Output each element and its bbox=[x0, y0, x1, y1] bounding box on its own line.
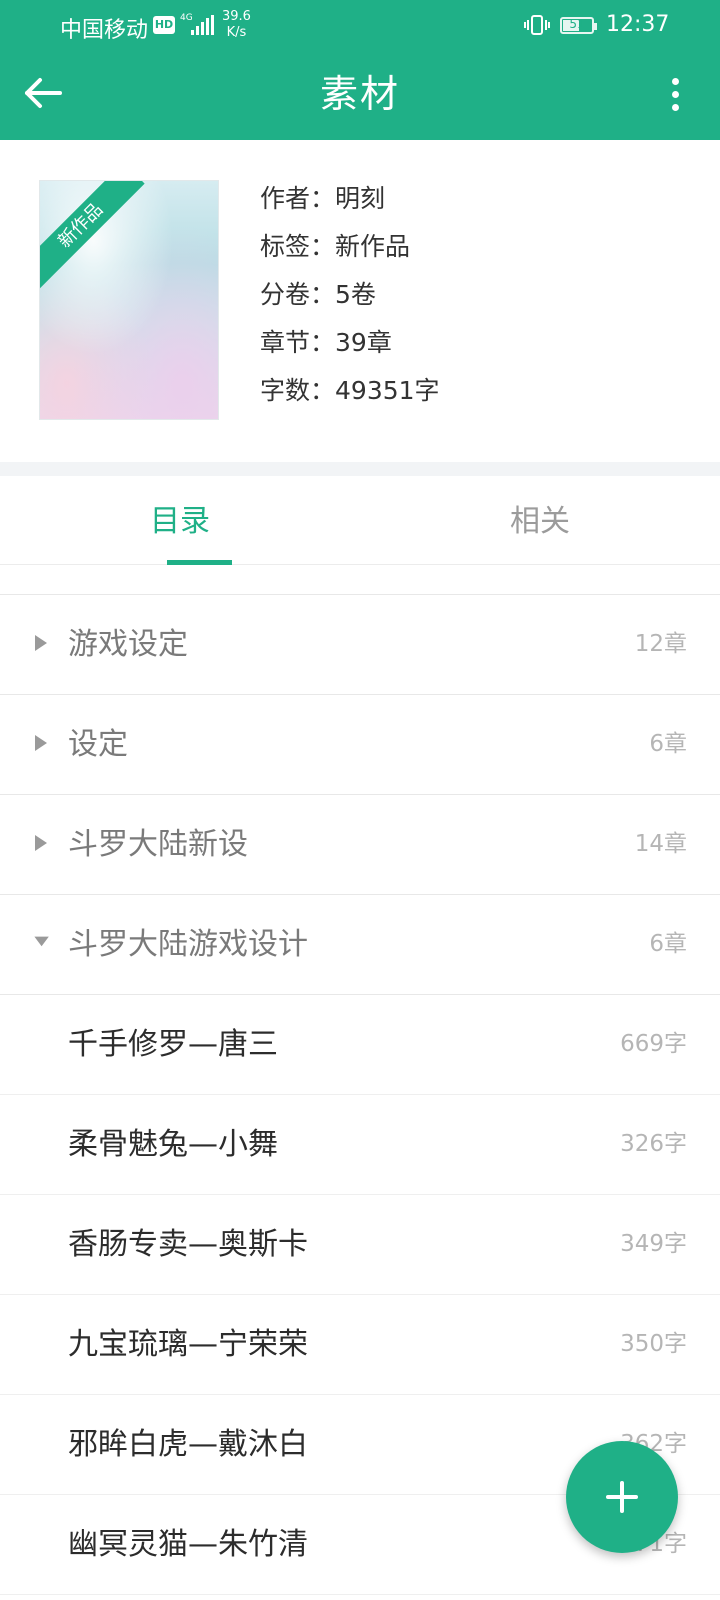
carrier-label: 中国移动 bbox=[60, 18, 149, 43]
volume-row[interactable]: 设定 6章 bbox=[0, 695, 720, 795]
chapter-row[interactable]: 香肠专卖—奥斯卡 349字 bbox=[0, 1195, 720, 1295]
battery-icon: 51 bbox=[560, 17, 597, 34]
chapter-title: 香肠专卖—奥斯卡 bbox=[68, 1227, 308, 1262]
app-header: 中国移动 HD 4G 39.6 K/s 51 12:37 素材 bbox=[0, 0, 720, 140]
chapter-title: 邪眸白虎—戴沐白 bbox=[68, 1427, 308, 1462]
chapter-title: 幽冥灵猫—朱竹清 bbox=[68, 1527, 308, 1562]
meta-label: 标签： bbox=[260, 232, 336, 261]
meta-chapters: 章节：39章 bbox=[260, 324, 440, 372]
add-button[interactable] bbox=[566, 1441, 678, 1553]
chapter-word-count: 349字 bbox=[620, 1231, 687, 1257]
chapter-row[interactable]: 九宝琉璃—宁荣荣 350字 bbox=[0, 1295, 720, 1395]
meta-value: 明刻 bbox=[335, 184, 386, 213]
chapter-word-count: 669字 bbox=[620, 1031, 687, 1057]
caret-right-icon bbox=[35, 635, 47, 651]
tab-bar: 目录 相关 bbox=[0, 476, 720, 565]
new-work-ribbon: 新作品 bbox=[40, 181, 145, 290]
volume-count: 6章 bbox=[649, 731, 687, 757]
volume-row[interactable]: 游戏设定 12章 bbox=[0, 595, 720, 695]
chapter-word-count: 326字 bbox=[620, 1131, 687, 1157]
volume-count: 14章 bbox=[634, 831, 687, 857]
tab-related[interactable]: 相关 bbox=[360, 476, 720, 564]
section-divider bbox=[0, 462, 720, 476]
caret-down-icon bbox=[34, 936, 49, 947]
meta-label: 章节： bbox=[260, 328, 336, 357]
status-bar: 中国移动 HD 4G 39.6 K/s 51 12:37 bbox=[0, 0, 720, 52]
chapter-title: 柔骨魅兔—小舞 bbox=[68, 1127, 278, 1162]
nav-bar: 素材 bbox=[0, 52, 720, 140]
volume-row[interactable]: 斗罗大陆新设 14章 bbox=[0, 795, 720, 895]
meta-label: 分卷： bbox=[260, 280, 336, 309]
volume-title: 斗罗大陆新设 bbox=[68, 827, 248, 862]
book-info: 新作品 作者：明刻 标签：新作品 分卷：5卷 章节：39章 字数：49351字 bbox=[0, 140, 720, 462]
page-title: 素材 bbox=[319, 72, 400, 116]
caret-right-icon bbox=[35, 735, 47, 751]
network-speed-unit: K/s bbox=[226, 25, 247, 40]
meta-value: 新作品 bbox=[335, 232, 411, 261]
chapter-row[interactable]: 千手修罗—唐三 669字 bbox=[0, 995, 720, 1095]
chapter-word-count: 350字 bbox=[620, 1331, 687, 1357]
chapter-row[interactable]: 柔骨魅兔—小舞 326字 bbox=[0, 1095, 720, 1195]
chapter-title: 千手修罗—唐三 bbox=[68, 1027, 278, 1062]
network-speed: 39.6 K/s bbox=[222, 9, 251, 41]
volume-title: 游戏设定 bbox=[68, 627, 188, 662]
volume-title: 设定 bbox=[68, 727, 128, 762]
meta-label: 作者： bbox=[260, 184, 336, 213]
network-speed-value: 39.6 bbox=[222, 9, 251, 24]
hd-icon: HD bbox=[153, 16, 175, 34]
signal-icon bbox=[191, 15, 215, 35]
volume-title: 斗罗大陆游戏设计 bbox=[68, 927, 308, 962]
meta-volumes: 分卷：5卷 bbox=[260, 276, 440, 324]
meta-value: 5卷 bbox=[335, 280, 376, 309]
meta-word-count: 字数：49351字 bbox=[260, 372, 440, 420]
meta-tag: 标签：新作品 bbox=[260, 228, 440, 276]
meta-author: 作者：明刻 bbox=[260, 180, 440, 228]
volume-row-expanded[interactable]: 斗罗大陆游戏设计 6章 bbox=[0, 895, 720, 995]
caret-right-icon bbox=[35, 835, 47, 851]
tab-indicator bbox=[167, 560, 232, 565]
plus-icon bbox=[606, 1481, 638, 1513]
chapter-title: 九宝琉璃—宁荣荣 bbox=[68, 1327, 308, 1362]
clock: 12:37 bbox=[606, 12, 670, 37]
vibrate-icon bbox=[524, 14, 550, 36]
meta-value: 39章 bbox=[335, 328, 392, 357]
more-options-button[interactable] bbox=[660, 70, 690, 120]
volume-count: 6章 bbox=[649, 931, 687, 957]
battery-level: 51 bbox=[569, 17, 585, 31]
meta-value: 49351字 bbox=[335, 376, 440, 405]
meta-label: 字数： bbox=[260, 376, 336, 405]
tab-catalog[interactable]: 目录 bbox=[0, 476, 360, 564]
book-cover[interactable]: 新作品 bbox=[39, 180, 219, 420]
book-meta: 作者：明刻 标签：新作品 分卷：5卷 章节：39章 字数：49351字 bbox=[260, 180, 440, 420]
volume-count: 12章 bbox=[634, 631, 687, 657]
